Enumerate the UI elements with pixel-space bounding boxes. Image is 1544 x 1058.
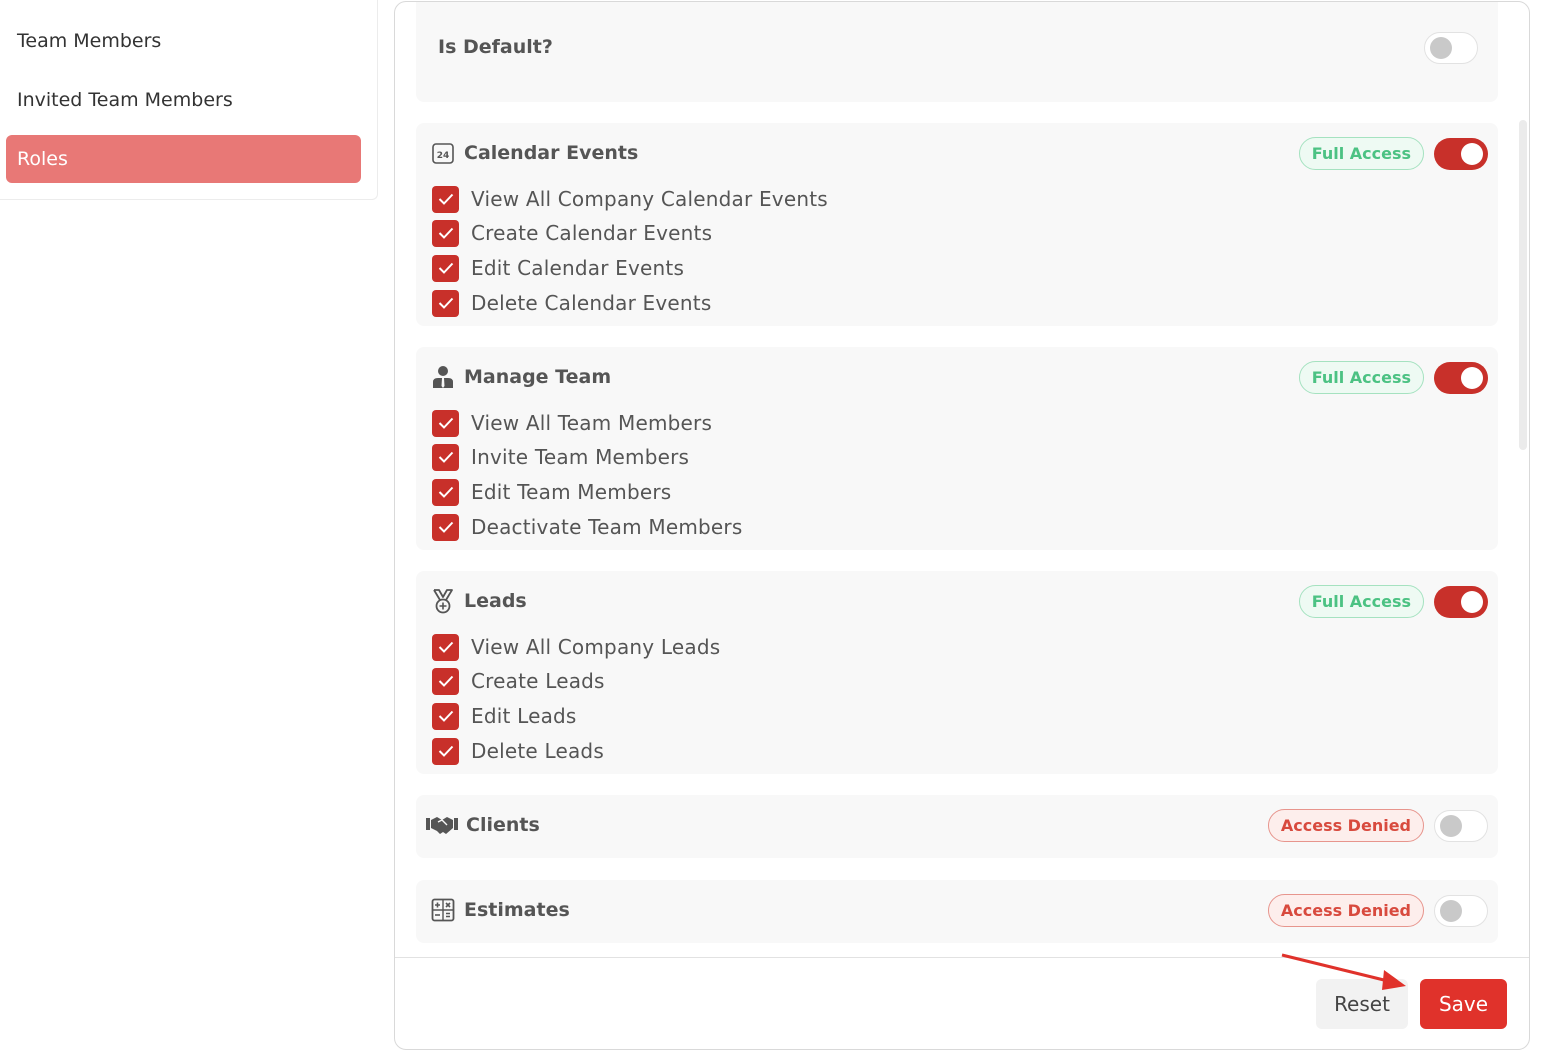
section-calendar-events: 24 Calendar Events Full Access View All … (416, 123, 1498, 326)
permission-checkbox[interactable] (432, 185, 459, 213)
permission-checkbox[interactable] (432, 219, 459, 247)
clients-toggle[interactable] (1434, 810, 1488, 842)
is-default-label: Is Default? (438, 36, 553, 58)
role-permissions-panel: Is Default? 24 Calendar Events Full Acce… (394, 1, 1530, 1050)
permission-row: Delete Leads (432, 737, 604, 765)
section-clients: Clients Access Denied (416, 795, 1498, 858)
permission-label: Delete Calendar Events (471, 291, 712, 315)
section-title: Clients (466, 814, 540, 836)
permission-checkbox[interactable] (432, 289, 459, 317)
access-denied-badge: Access Denied (1267, 894, 1424, 927)
permission-checkbox[interactable] (432, 702, 459, 730)
sidebar-item-team-members[interactable]: Team Members (6, 17, 361, 65)
permission-row: Edit Team Members (432, 478, 671, 506)
permission-label: Edit Calendar Events (471, 256, 685, 280)
permission-row: Invite Team Members (432, 443, 689, 471)
settings-sidebar: Team Members Invited Team Members Roles (0, 0, 378, 200)
permission-row: View All Company Calendar Events (432, 185, 828, 213)
permission-row: Create Calendar Events (432, 219, 712, 247)
permission-checkbox[interactable] (432, 443, 459, 471)
permission-label: Edit Leads (471, 704, 577, 728)
permission-checkbox[interactable] (432, 513, 459, 541)
annotation-arrow (1281, 953, 1406, 990)
permission-row: Edit Leads (432, 702, 577, 730)
sidebar-item-invited-team-members[interactable]: Invited Team Members (6, 76, 361, 124)
permission-row: Create Leads (432, 667, 605, 695)
save-button[interactable]: Save (1420, 979, 1507, 1029)
permission-row: View All Team Members (432, 409, 712, 437)
is-default-toggle[interactable] (1424, 32, 1478, 64)
calendar-24-icon: 24 (430, 140, 456, 166)
permission-row: Edit Calendar Events (432, 254, 684, 282)
permission-checkbox[interactable] (432, 409, 459, 437)
section-leads: Leads Full Access View All Company Leads… (416, 571, 1498, 774)
full-access-badge: Full Access (1298, 361, 1424, 394)
permission-checkbox[interactable] (432, 633, 459, 661)
default-setting-section: Is Default? (416, 2, 1498, 102)
scrollbar[interactable] (1519, 120, 1527, 450)
permission-label: Delete Leads (471, 739, 604, 763)
permission-label: View All Company Leads (471, 635, 721, 659)
medal-icon (430, 588, 456, 614)
handshake-icon (426, 812, 458, 838)
sidebar-item-roles[interactable]: Roles (6, 135, 361, 183)
permission-row: Deactivate Team Members (432, 513, 742, 541)
person-tie-icon (430, 364, 456, 390)
calculator-icon (430, 897, 456, 923)
manage-team-toggle[interactable] (1434, 362, 1488, 394)
access-denied-badge: Access Denied (1267, 809, 1424, 842)
permission-row: View All Company Leads (432, 633, 720, 661)
full-access-badge: Full Access (1298, 585, 1424, 618)
permission-label: Create Calendar Events (471, 221, 713, 245)
full-access-badge: Full Access (1298, 137, 1424, 170)
section-title: Estimates (464, 899, 570, 921)
permission-checkbox[interactable] (432, 254, 459, 282)
permission-label: Edit Team Members (471, 480, 672, 504)
permission-checkbox[interactable] (432, 478, 459, 506)
calendar-events-toggle[interactable] (1434, 138, 1488, 170)
permission-checkbox[interactable] (432, 667, 459, 695)
section-title: Leads (464, 590, 527, 612)
section-title: Manage Team (464, 366, 612, 388)
leads-toggle[interactable] (1434, 586, 1488, 618)
permission-row: Delete Calendar Events (432, 289, 711, 317)
permission-label: Create Leads (471, 669, 605, 693)
permission-label: View All Company Calendar Events (471, 187, 828, 211)
svg-text:24: 24 (437, 151, 450, 161)
section-estimates: Estimates Access Denied (416, 880, 1498, 943)
section-title: Calendar Events (464, 142, 639, 164)
permission-label: Deactivate Team Members (471, 515, 743, 539)
estimates-toggle[interactable] (1434, 895, 1488, 927)
permission-checkbox[interactable] (432, 737, 459, 765)
permission-label: View All Team Members (471, 411, 713, 435)
permission-label: Invite Team Members (471, 445, 690, 469)
section-manage-team: Manage Team Full Access View All Team Me… (416, 347, 1498, 550)
